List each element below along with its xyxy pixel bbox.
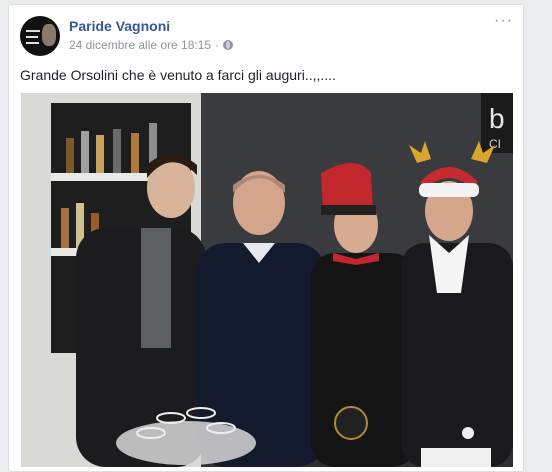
avatar-text-line: [26, 36, 38, 38]
post-timestamp-link[interactable]: 24 dicembre alle ore 18:15: [69, 38, 211, 52]
avatar-text-line: [26, 30, 40, 32]
author-name-link[interactable]: Paride Vagnoni: [69, 18, 170, 34]
avatar-text-line: [26, 42, 39, 44]
post-message: Grande Orsolini che è venuto a farci gli…: [20, 67, 336, 83]
photo-scene: b CI: [21, 93, 513, 467]
globe-icon[interactable]: [223, 40, 234, 50]
sign-letter: b: [489, 103, 505, 134]
post-photo[interactable]: b CI: [21, 93, 513, 467]
post-card: Paride Vagnoni 24 dicembre alle ore 18:1…: [8, 4, 524, 472]
author-avatar[interactable]: [20, 16, 60, 56]
avatar-face: [42, 24, 56, 46]
post-meta: 24 dicembre alle ore 18:15 ·: [69, 38, 234, 52]
meta-separator: ·: [215, 38, 220, 52]
more-options-icon[interactable]: ···: [494, 13, 513, 29]
